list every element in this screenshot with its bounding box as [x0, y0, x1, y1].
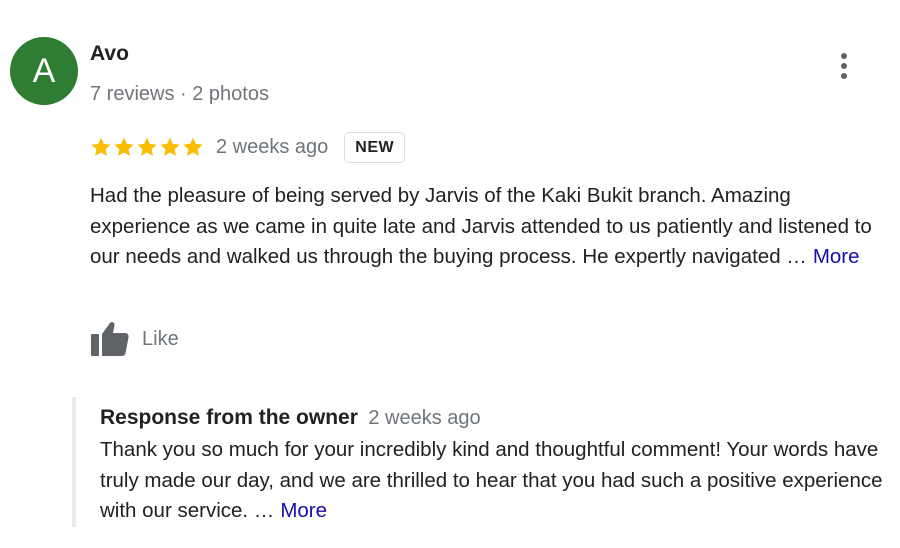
- review-date: 2 weeks ago: [216, 135, 329, 158]
- like-button[interactable]: Like: [90, 318, 179, 360]
- review-body: Had the pleasure of being served by Jarv…: [90, 184, 872, 268]
- reviewer-meta: 7 reviews · 2 photos: [90, 83, 269, 105]
- owner-response-more-link[interactable]: More: [280, 499, 327, 522]
- star-icon: [91, 137, 111, 156]
- review-more-link[interactable]: More: [813, 245, 860, 268]
- avatar-letter: A: [32, 52, 56, 90]
- more-vert-icon: [841, 53, 847, 59]
- star-icon: [160, 137, 180, 156]
- new-badge: NEW: [344, 131, 406, 163]
- owner-response-text: Thank you so much for your incredibly ki…: [100, 435, 890, 527]
- owner-response-title: Response from the owner: [100, 406, 358, 429]
- star-rating: [90, 136, 204, 158]
- owner-response-header: Response from the owner 2 weeks ago: [100, 406, 481, 430]
- like-label: Like: [142, 327, 179, 350]
- star-icon: [137, 137, 157, 156]
- avatar[interactable]: A: [10, 37, 78, 105]
- more-options-button[interactable]: [828, 48, 860, 84]
- more-vert-icon-dot: [841, 73, 847, 79]
- review-text: Had the pleasure of being served by Jarv…: [90, 181, 880, 273]
- rating-row: 2 weeks ago NEW: [90, 128, 406, 166]
- star-icon: [114, 137, 134, 156]
- owner-response: Response from the owner 2 weeks ago Than…: [72, 397, 886, 527]
- owner-response-date: 2 weeks ago: [368, 407, 481, 429]
- owner-response-body: Thank you so much for your incredibly ki…: [100, 438, 883, 522]
- more-vert-icon-dot: [841, 63, 847, 69]
- star-icon: [183, 137, 203, 156]
- thumbs-up-icon: [91, 322, 129, 356]
- reviewer-name[interactable]: Avo: [90, 42, 129, 66]
